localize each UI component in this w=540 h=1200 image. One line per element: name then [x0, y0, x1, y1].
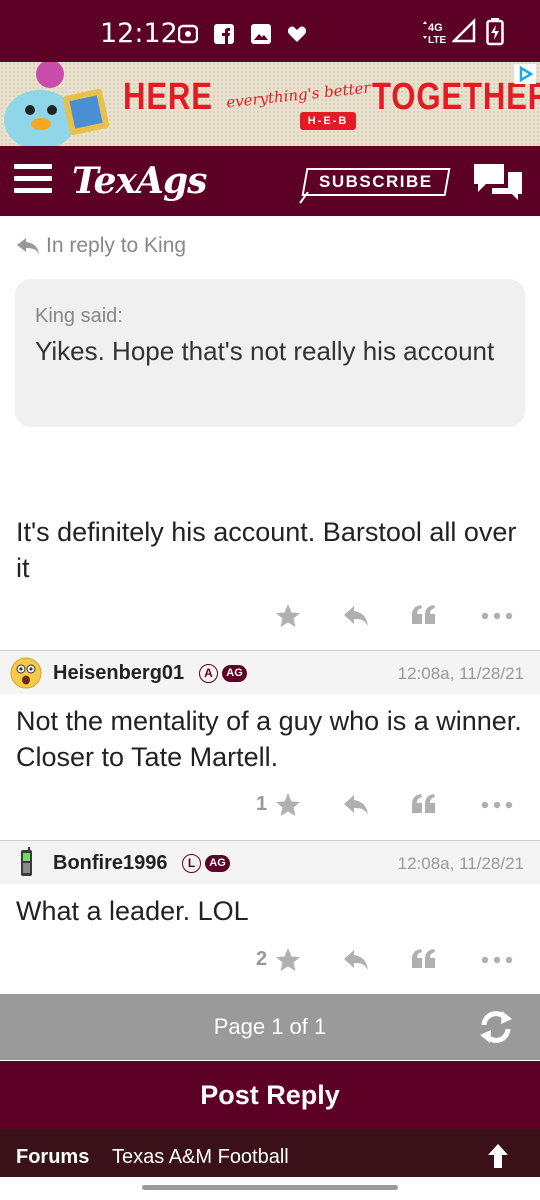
star-count: 1 [256, 793, 268, 815]
reply-to-text: In reply to King [46, 234, 187, 257]
forums-link[interactable]: Forums [16, 1146, 89, 1169]
reply-icon[interactable] [342, 942, 370, 978]
ad-brand-logo: H-E-B [300, 112, 356, 130]
post-actions [0, 598, 540, 634]
status-bar: 12:12 4G LTE [0, 0, 540, 62]
battery-charging-icon [486, 18, 504, 46]
post-header: Bonfire1996 L AG 12:08a, 11/28/21 [0, 840, 540, 884]
site-logo[interactable]: TexAgs [72, 160, 207, 202]
refresh-icon[interactable] [476, 1007, 516, 1047]
in-reply-to-link[interactable]: In reply to King [16, 234, 186, 258]
status-time: 12:12 [100, 18, 178, 49]
heart-icon [287, 26, 307, 42]
post-timestamp: 12:08a, 11/28/21 [397, 664, 524, 683]
system-gesture-bar [0, 1177, 540, 1200]
app-header: TexAgs SUBSCRIBE [0, 146, 540, 216]
signal-icon [452, 18, 476, 43]
ag-badge: AG [222, 665, 247, 682]
avatar-emoji-icon[interactable] [10, 657, 42, 689]
username[interactable]: Heisenberg01 [53, 662, 184, 685]
post-actions: 1 [0, 787, 540, 823]
network-4g-icon: 4G LTE [423, 21, 446, 46]
facebook-icon [214, 24, 234, 44]
subscribe-tail-decoration [299, 192, 309, 204]
quote-author: King said: [35, 305, 123, 327]
pagination-bar: Page 1 of 1 [0, 994, 540, 1060]
post-header: Heisenberg01 A AG 12:08a, 11/28/21 [0, 650, 540, 694]
quote-icon[interactable] [410, 598, 438, 634]
ad-headline-left: HERE [123, 76, 213, 118]
ad-choices-icon[interactable] [514, 64, 536, 84]
post-body: Not the mentality of a guy who is a winn… [16, 706, 522, 772]
reply-icon[interactable] [342, 787, 370, 823]
username[interactable]: Bonfire1996 [53, 852, 168, 875]
quote-text: Yikes. Hope that's not really his accoun… [35, 336, 495, 366]
post-body: What a leader. LOL [16, 896, 249, 926]
scroll-to-top-icon[interactable] [486, 1143, 510, 1169]
gallery-icon [251, 24, 271, 44]
subscribe-button[interactable]: SUBSCRIBE [301, 168, 451, 196]
post-reply-button[interactable]: Post Reply [0, 1061, 540, 1129]
post-actions: 2 [0, 942, 540, 978]
home-gesture-handle[interactable] [142, 1185, 398, 1190]
ad-banner[interactable]: HERE everything's better TOGETHER H-E-B [0, 62, 540, 146]
page-indicator[interactable]: Page 1 of 1 [0, 1014, 540, 1040]
post-timestamp: 12:08a, 11/28/21 [397, 854, 524, 873]
chat-icon[interactable] [472, 162, 524, 202]
quote-icon[interactable] [410, 787, 438, 823]
user-badge: A [199, 664, 218, 683]
ad-mascot-image [4, 62, 110, 146]
screen-record-icon [178, 24, 198, 44]
star-count: 2 [256, 948, 268, 970]
reply-arrow-icon [17, 238, 39, 255]
footer-breadcrumb: Forums Texas A&M Football [0, 1129, 540, 1177]
more-options-icon[interactable] [480, 942, 514, 978]
reply-icon[interactable] [342, 598, 370, 634]
user-badge: L [182, 854, 201, 873]
quote-icon[interactable] [410, 942, 438, 978]
more-options-icon[interactable] [480, 787, 514, 823]
star-icon[interactable] [274, 598, 302, 634]
menu-icon[interactable] [14, 164, 52, 196]
star-icon[interactable] [274, 787, 302, 823]
quote-block: King said: Yikes. Hope that's not really… [15, 279, 525, 427]
star-icon[interactable] [274, 942, 302, 978]
post-body: It's definitely his account. Barstool al… [16, 517, 517, 583]
subscribe-label: SUBSCRIBE [319, 172, 433, 191]
svg-text:4G: 4G [428, 22, 443, 34]
more-options-icon[interactable] [480, 598, 514, 634]
svg-text:LTE: LTE [428, 35, 446, 46]
forum-breadcrumb-link[interactable]: Texas A&M Football [112, 1146, 289, 1169]
avatar-phone-icon[interactable] [10, 847, 42, 879]
ag-badge: AG [205, 855, 230, 872]
ad-tagline: everything's better [225, 78, 372, 112]
